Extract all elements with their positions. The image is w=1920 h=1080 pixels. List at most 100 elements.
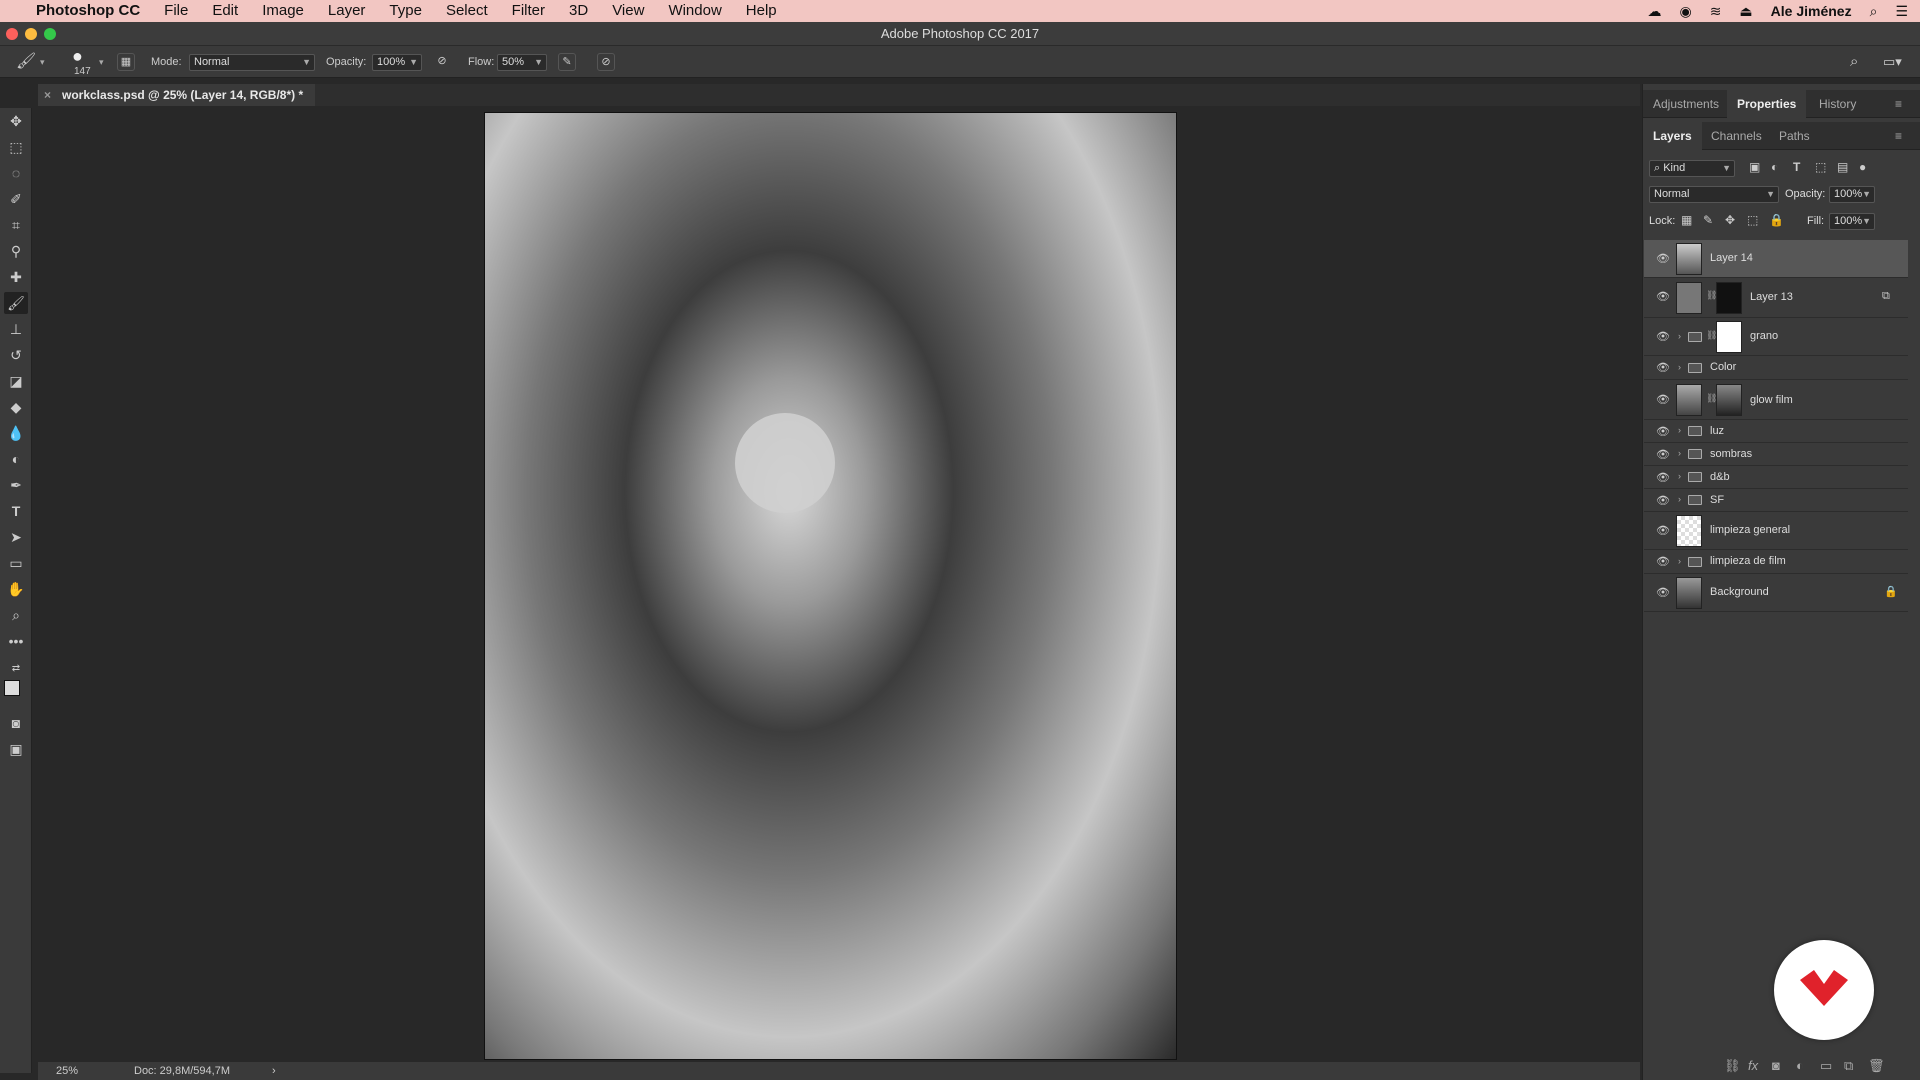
layer-row[interactable]: 👁 › ⛓ grano xyxy=(1644,318,1908,356)
layer-row[interactable]: 👁 › luz xyxy=(1644,420,1908,443)
lock-image-icon[interactable]: ✎ xyxy=(1703,213,1713,227)
layer-row[interactable]: 👁 › sombras xyxy=(1644,443,1908,466)
layer-row[interactable]: 👁 ⛓ Layer 13 ⧉ xyxy=(1644,278,1908,318)
history-brush-tool-icon[interactable]: ↺ xyxy=(4,344,28,366)
crop-tool-icon[interactable]: ⌗ xyxy=(4,214,28,236)
clone-stamp-tool-icon[interactable]: ⊥ xyxy=(4,318,28,340)
zoom-window-button[interactable] xyxy=(44,28,56,40)
layer-mask-thumbnail[interactable] xyxy=(1716,321,1742,353)
filter-smart-object-icon[interactable]: ▤ xyxy=(1837,160,1848,174)
cloud-icon[interactable]: ☁ xyxy=(1647,3,1661,20)
lock-all-icon[interactable]: 🔒 xyxy=(1769,213,1784,227)
wifi-icon[interactable]: ≋ xyxy=(1710,3,1722,20)
menu-layer[interactable]: Layer xyxy=(316,0,378,22)
eye-icon[interactable]: 👁 xyxy=(1656,471,1670,484)
eject-icon[interactable]: ⏏ xyxy=(1739,3,1752,20)
layer-row[interactable]: 👁 Layer 14 xyxy=(1644,240,1908,278)
opacity-input[interactable]: 100% ▼ xyxy=(372,54,422,71)
eye-icon[interactable]: 👁 xyxy=(1656,252,1670,265)
tab-history[interactable]: History xyxy=(1809,90,1866,118)
spotlight-search-icon[interactable]: ⌕ xyxy=(1870,3,1878,20)
layer-mask-thumbnail[interactable] xyxy=(1716,384,1742,416)
eye-icon[interactable]: 👁 xyxy=(1656,448,1670,461)
fill-input[interactable]: 100% ▼ xyxy=(1829,213,1875,230)
eye-icon[interactable]: 👁 xyxy=(1656,586,1670,599)
eye-icon[interactable]: 👁 xyxy=(1656,425,1670,438)
eye-icon[interactable]: 👁 xyxy=(1656,361,1670,374)
menu-help[interactable]: Help xyxy=(734,0,789,22)
layer-row[interactable]: 👁 › Color xyxy=(1644,356,1908,380)
layer-row[interactable]: 👁 › d&b xyxy=(1644,466,1908,489)
trash-icon[interactable]: 🗑 xyxy=(1868,1058,1885,1074)
path-selection-tool-icon[interactable]: ➤ xyxy=(4,526,28,548)
eye-icon[interactable]: 👁 xyxy=(1656,290,1670,303)
tab-adjustments[interactable]: Adjustments xyxy=(1643,90,1729,118)
layer-row[interactable]: 👁 ⛓ glow film xyxy=(1644,380,1908,420)
workspace-icon[interactable]: ▭▾ xyxy=(1883,46,1902,78)
layer-row[interactable]: 👁 Background 🔒 xyxy=(1644,574,1908,612)
zoom-level[interactable]: 25% xyxy=(56,1062,78,1080)
lock-position-icon[interactable]: ✥ xyxy=(1725,213,1735,227)
chevron-right-icon[interactable]: › xyxy=(1678,362,1681,372)
lasso-tool-icon[interactable]: ◌ xyxy=(4,162,28,184)
layer-filter-kind[interactable]: ⌕ Kind ▼ xyxy=(1649,160,1735,177)
lock-artboard-icon[interactable]: ⬚ xyxy=(1747,213,1758,227)
eyedropper-tool-icon[interactable]: ⚲ xyxy=(4,240,28,262)
minimize-window-button[interactable] xyxy=(25,28,37,40)
hand-tool-icon[interactable]: ✋ xyxy=(4,578,28,600)
menu-file[interactable]: File xyxy=(152,0,200,22)
add-mask-icon[interactable]: ◙ xyxy=(1772,1058,1780,1073)
menu-type[interactable]: Type xyxy=(377,0,434,22)
healing-brush-tool-icon[interactable]: ✚ xyxy=(4,266,28,288)
eye-icon[interactable]: 👁 xyxy=(1656,524,1670,537)
foreground-color-swatch[interactable] xyxy=(4,680,20,696)
search-icon[interactable]: ⌕ xyxy=(1850,46,1858,78)
new-layer-icon[interactable]: ⧉ xyxy=(1844,1058,1853,1074)
type-tool-icon[interactable]: T xyxy=(4,500,28,522)
panel-menu-icon[interactable]: ≡ xyxy=(1895,122,1902,150)
paint-bucket-tool-icon[interactable]: ◆ xyxy=(4,396,28,418)
tab-paths[interactable]: Paths xyxy=(1769,122,1820,150)
fx-icon[interactable]: fx xyxy=(1748,1058,1758,1073)
new-group-icon[interactable]: ▭ xyxy=(1820,1058,1832,1074)
blur-tool-icon[interactable]: 💧 xyxy=(4,422,28,444)
close-window-button[interactable] xyxy=(6,28,18,40)
link-layers-icon[interactable]: ⛓ xyxy=(1724,1058,1741,1074)
document-image[interactable] xyxy=(484,112,1177,1060)
quick-mask-icon[interactable]: ◙ xyxy=(4,712,28,734)
filter-type-icon[interactable]: T xyxy=(1793,160,1800,174)
eye-icon[interactable]: 👁 xyxy=(1656,393,1670,406)
blend-mode-select[interactable]: Normal ▼ xyxy=(1649,186,1779,203)
tab-channels[interactable]: Channels xyxy=(1701,122,1772,150)
eye-icon[interactable]: 👁 xyxy=(1656,494,1670,507)
chevron-right-icon[interactable]: › xyxy=(1678,331,1681,341)
eraser-tool-icon[interactable]: ◪ xyxy=(4,370,28,392)
menu-edit[interactable]: Edit xyxy=(200,0,250,22)
flow-input[interactable]: 50% ▼ xyxy=(497,54,547,71)
tab-layers[interactable]: Layers xyxy=(1643,122,1702,150)
more-tools-icon[interactable]: ••• xyxy=(4,630,28,652)
user-name[interactable]: Ale Jiménez xyxy=(1771,3,1852,19)
menu-filter[interactable]: Filter xyxy=(500,0,557,22)
quick-select-tool-icon[interactable]: ✐ xyxy=(4,188,28,210)
document-tab[interactable]: × workclass.psd @ 25% (Layer 14, RGB/8*)… xyxy=(38,84,316,106)
chevron-right-icon[interactable]: › xyxy=(1678,556,1681,566)
layer-mask-thumbnail[interactable] xyxy=(1716,282,1742,314)
rectangle-tool-icon[interactable]: ▭ xyxy=(4,552,28,574)
filter-adjustment-icon[interactable]: ◐ xyxy=(1771,160,1778,174)
filter-pixel-icon[interactable]: ▣ xyxy=(1749,160,1760,174)
pressure-opacity-icon[interactable]: ⊘ xyxy=(433,53,451,71)
menu-app-name[interactable]: Photoshop CC xyxy=(24,0,152,22)
chevron-right-icon[interactable]: › xyxy=(1678,448,1681,458)
brush-tool-icon[interactable]: 🖌 xyxy=(4,292,28,314)
pen-tool-icon[interactable]: ✒ xyxy=(4,474,28,496)
zoom-tool-icon[interactable]: ⌕ xyxy=(4,604,28,626)
menu-3d[interactable]: 3D xyxy=(557,0,600,22)
chevron-right-icon[interactable]: › xyxy=(1678,494,1681,504)
tab-properties[interactable]: Properties xyxy=(1727,90,1807,118)
lock-transparent-icon[interactable]: ▦ xyxy=(1681,213,1692,227)
menu-select[interactable]: Select xyxy=(434,0,500,22)
layer-opacity-input[interactable]: 100% ▼ xyxy=(1829,186,1875,203)
pressure-size-icon[interactable]: ⊘ xyxy=(597,53,615,71)
move-tool-icon[interactable]: ✥ xyxy=(4,110,28,132)
